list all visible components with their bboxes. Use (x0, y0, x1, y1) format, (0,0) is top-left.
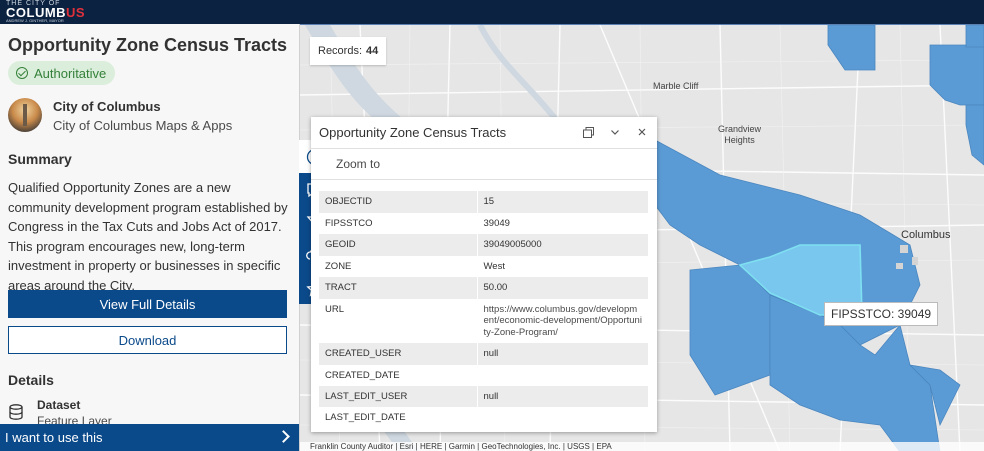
summary-text: Qualified Opportunity Zones are a new co… (8, 180, 288, 293)
place-label-grandview: Grandview Heights (718, 124, 761, 146)
attr-key: URL (319, 298, 478, 343)
download-button[interactable]: Download (8, 326, 287, 354)
attr-value-url[interactable]: https://www.columbus.gov/development/eco… (477, 299, 648, 344)
table-row: CREATED_USER null (319, 343, 648, 365)
attr-value: 50.00 (477, 277, 648, 299)
feature-popup: Opportunity Zone Census Tracts Zoom to O… (311, 117, 657, 432)
attr-value: West (483, 260, 505, 272)
table-row: URL https://www.columbus.gov/development/… (319, 298, 648, 344)
table-row: TRACT 50.00 (319, 277, 648, 299)
table-row: CREATED_DATE (319, 364, 648, 386)
owner-name: City of Columbus (53, 99, 161, 114)
attr-value (477, 407, 648, 428)
zoom-to-label: Zoom to (336, 157, 381, 171)
map-attribution: Franklin County Auditor | Esri | HERE | … (300, 442, 984, 451)
attr-key: GEOID (319, 234, 478, 256)
page-title: Opportunity Zone Census Tracts (8, 35, 288, 55)
table-row: LAST_EDIT_DATE (319, 407, 648, 428)
collapse-chevron-icon[interactable] (609, 126, 621, 138)
attribute-table: OBJECTID 15 FIPSSTCO 39049 GEOID 3904900500… (319, 191, 648, 428)
place-label-columbus: Columbus (901, 229, 951, 241)
avatar (8, 98, 42, 132)
view-full-details-button[interactable]: View Full Details (8, 290, 287, 318)
use-bar-label: I want to use this (5, 430, 103, 445)
attr-value: null (477, 385, 648, 407)
attr-key: OBJECTID (319, 191, 478, 213)
attr-key: CREATED_USER (319, 343, 478, 365)
table-row: GEOID 39049005000 (319, 234, 648, 256)
i-want-to-use-this-bar[interactable]: I want to use this (0, 424, 299, 451)
attr-value (477, 365, 648, 386)
records-count-badge: Records: 44 (310, 37, 387, 65)
zoom-to-button[interactable]: Zoom to (311, 149, 657, 180)
top-bar: THE CITY OF COLUMBUS ANDREW J. GINTHER, … (0, 0, 984, 24)
chevron-right-icon (277, 430, 290, 443)
close-icon[interactable] (636, 126, 648, 138)
attr-key: LAST_EDIT_USER (319, 385, 478, 407)
table-row: LAST_EDIT_USER null (319, 385, 648, 407)
attr-key: CREATED_DATE (319, 364, 478, 386)
owner-subtitle: City of Columbus Maps & Apps (53, 118, 233, 133)
attr-value: 15 (477, 191, 648, 213)
popup-header: Opportunity Zone Census Tracts (311, 117, 657, 149)
attr-key: FIPSSTCO (319, 212, 478, 234)
attr-value: 39049 (483, 217, 510, 229)
check-circle-icon (16, 67, 28, 79)
grandview-line2: Heights (724, 135, 755, 145)
logo-main-b: US (66, 5, 86, 20)
attr-key: TRACT (319, 277, 478, 299)
attr-key: ZONE (319, 255, 478, 277)
database-icon (9, 404, 23, 420)
table-row: OBJECTID 15 (319, 191, 648, 213)
attr-value: null (477, 343, 648, 365)
item-sidebar: Opportunity Zone Census Tracts Authorita… (0, 24, 300, 451)
place-label-marble-cliff: Marble Cliff (653, 81, 699, 91)
badge-label: Authoritative (34, 65, 107, 81)
summary-heading: Summary (8, 151, 72, 167)
table-row: ZONE West (319, 255, 648, 277)
dataset-label: Dataset (37, 398, 81, 412)
attr-key: LAST_EDIT_DATE (319, 407, 478, 428)
city-logo[interactable]: THE CITY OF COLUMBUS ANDREW J. GINTHER, … (6, 0, 85, 23)
details-heading: Details (8, 372, 54, 388)
fips-tooltip: FIPSSTCO: 39049 (824, 302, 939, 326)
authoritative-badge: Authoritative (8, 61, 116, 85)
records-label: Records: (318, 45, 363, 57)
grandview-line1: Grandview (718, 124, 762, 134)
dock-icon[interactable] (582, 126, 595, 139)
table-row: FIPSSTCO 39049 (319, 212, 648, 234)
records-count: 44 (366, 45, 379, 57)
popup-title: Opportunity Zone Census Tracts (319, 125, 507, 140)
attr-value: 39049005000 (477, 234, 648, 256)
